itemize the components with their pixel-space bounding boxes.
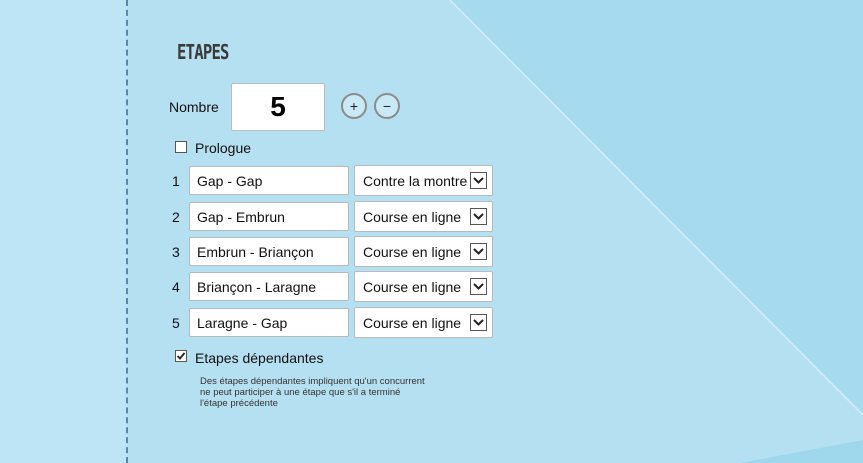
prologue-label: Prologue [195,140,252,156]
decrement-button[interactable]: − [374,93,400,119]
dependent-stages-note: Des étapes dépendantes impliquent qu'un … [200,376,450,409]
stage-name-input[interactable]: Briançon - Laragne [189,272,349,301]
stage-type-value: Contre la montre [363,172,468,189]
stage-type-value: Course en ligne [363,243,462,260]
section-title: ETAPES [177,40,229,64]
checkmark-icon [176,352,186,360]
prologue-checkbox[interactable] [175,141,187,153]
stage-name-input[interactable]: Laragne - Gap [189,308,349,337]
dependent-stages-checkbox[interactable] [175,350,187,362]
chevron-down-icon[interactable] [470,172,487,189]
stage-type-value: Course en ligne [363,314,462,331]
note-line: Des étapes dépendantes impliquent qu'un … [200,376,425,387]
stage-name-input[interactable]: Gap - Gap [189,166,349,195]
nombre-input[interactable]: 5 [231,83,325,131]
stage-number: 5 [172,315,180,331]
chevron-down-icon[interactable] [470,278,487,295]
increment-button[interactable]: + [341,93,367,119]
chevron-down-icon[interactable] [470,314,487,331]
chevron-down-icon[interactable] [470,243,487,260]
stage-type-value: Course en ligne [363,208,462,225]
dashed-divider [126,0,128,463]
note-line: l'étape précédente [200,398,278,409]
stage-number: 3 [172,244,180,260]
stage-type-select[interactable]: Course en ligne [354,307,493,338]
stage-number: 1 [172,173,180,189]
chevron-down-icon[interactable] [470,208,487,225]
stage-name-input[interactable]: Gap - Embrun [189,202,349,231]
stage-number: 2 [172,209,180,225]
note-line: ne peut participer à une étape que s'il … [200,387,401,398]
stage-type-select[interactable]: Contre la montre [354,165,493,196]
stage-type-value: Course en ligne [363,278,462,295]
nombre-label: Nombre [169,99,219,115]
stage-type-select[interactable]: Course en ligne [354,236,493,267]
stage-type-select[interactable]: Course en ligne [354,271,493,302]
dependent-stages-label: Etapes dépendantes [195,350,324,366]
stage-type-select[interactable]: Course en ligne [354,201,493,232]
stage-number: 4 [172,279,180,295]
stage-name-input[interactable]: Embrun - Briançon [189,237,349,266]
